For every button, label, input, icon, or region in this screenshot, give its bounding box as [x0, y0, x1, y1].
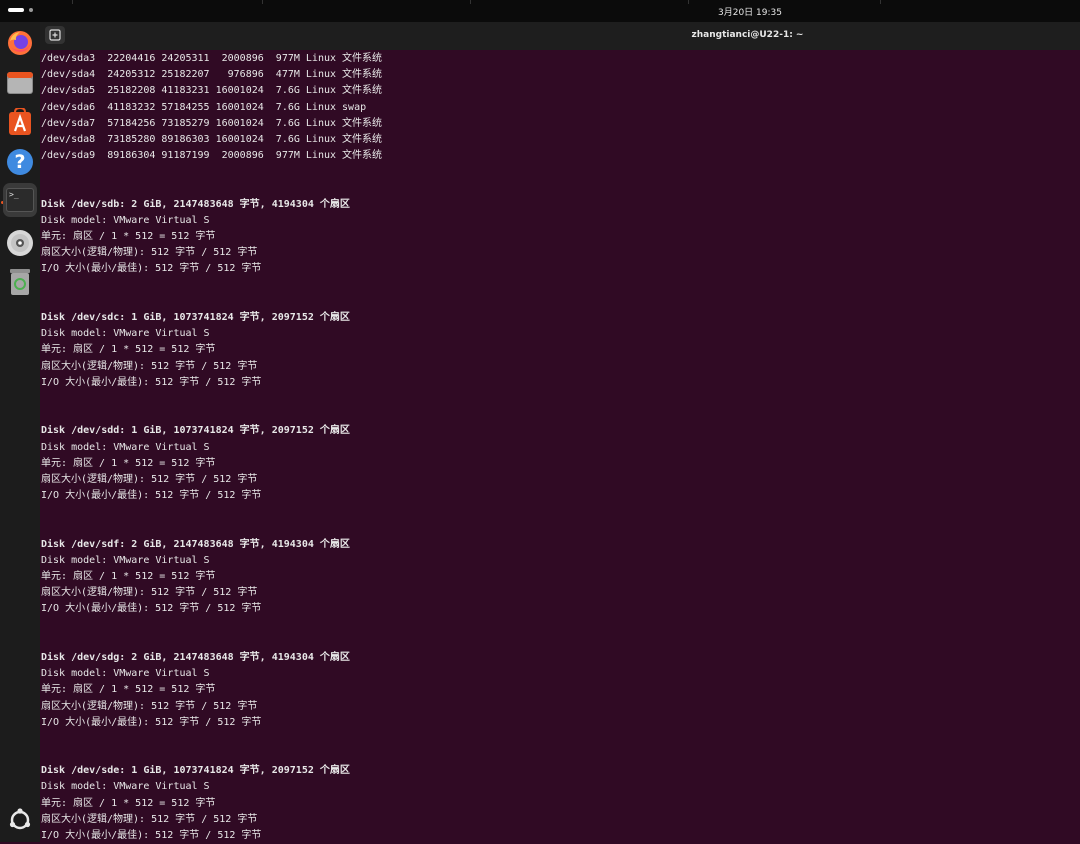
disc-icon[interactable] — [5, 228, 35, 258]
divider — [688, 0, 689, 4]
terminal-line: 扇区大小(逻辑/物理): 512 字节 / 512 字节 — [41, 587, 258, 599]
terminal-disk-header-line: Disk /dev/sde: 1 GiB, 1073741824 字节, 209… — [41, 765, 350, 777]
trash-icon[interactable] — [5, 267, 35, 297]
terminal-disk-header-line: Disk /dev/sdb: 2 GiB, 2147483648 字节, 419… — [41, 198, 350, 210]
terminal-line: Disk model: VMware Virtual S — [41, 668, 210, 680]
terminal-line: 单元: 扇区 / 1 * 512 = 512 字节 — [41, 344, 216, 356]
terminal-line: 扇区大小(逻辑/物理): 512 字节 / 512 字节 — [41, 700, 258, 712]
terminal-line: /dev/sda6 41183232 57184255 16001024 7.6… — [41, 101, 367, 113]
terminal-line: Disk model: VMware Virtual S — [41, 214, 210, 226]
terminal-line: Disk model: VMware Virtual S — [41, 328, 210, 340]
divider — [72, 0, 73, 4]
terminal-line: I/O 大小(最小/最佳): 512 字节 / 512 字节 — [41, 603, 262, 615]
show-apps-icon[interactable] — [5, 805, 35, 835]
terminal-disk-header-line: Disk /dev/sdc: 1 GiB, 1073741824 字节, 209… — [41, 312, 350, 323]
terminal-disk-header-line: Disk /dev/sdf: 2 GiB, 2147483648 字节, 419… — [41, 538, 350, 550]
terminal-line: /dev/sda5 25182208 41183231 16001024 7.6… — [41, 85, 383, 97]
terminal-line: 扇区大小(逻辑/物理): 512 字节 / 512 字节 — [41, 813, 258, 825]
dock: ? >_ — [0, 22, 40, 842]
terminal-icon[interactable]: >_ — [3, 183, 37, 217]
files-icon[interactable] — [5, 68, 35, 98]
terminal-disk-header-line: Disk /dev/sdg: 2 GiB, 2147483648 字节, 419… — [41, 651, 350, 663]
terminal-line: /dev/sda9 89186304 91187199 2000896 977M… — [41, 150, 383, 162]
terminal-line: I/O 大小(最小/最佳): 512 字节 / 512 字节 — [41, 263, 262, 275]
terminal-line: /dev/sda8 73185280 89186303 16001024 7.6… — [41, 133, 383, 145]
terminal-line: 扇区大小(逻辑/物理): 512 字节 / 512 字节 — [41, 473, 258, 485]
divider — [880, 0, 881, 4]
help-icon[interactable]: ? — [5, 147, 35, 177]
terminal-line: I/O 大小(最小/最佳): 512 字节 / 512 字节 — [41, 376, 262, 388]
terminal-line: Disk model: VMware Virtual S — [41, 554, 210, 566]
terminal-line: 单元: 扇区 / 1 * 512 = 512 字节 — [41, 797, 216, 809]
terminal-line: I/O 大小(最小/最佳): 512 字节 / 512 字节 — [41, 490, 262, 502]
terminal-line: /dev/sda3 22204416 24205311 2000896 977M… — [41, 53, 383, 64]
help-glyph: ? — [14, 151, 26, 173]
terminal-line: /dev/sda4 24205312 25182207 976896 477M … — [41, 69, 383, 81]
terminal-line: 单元: 扇区 / 1 * 512 = 512 字节 — [41, 457, 216, 469]
terminal-line: /dev/sda7 57184256 73185279 16001024 7.6… — [41, 117, 383, 129]
window-title: zhangtianci@U22-1: ~ — [691, 30, 804, 40]
terminal-disk-header-line: Disk /dev/sdd: 1 GiB, 1073741824 字节, 209… — [41, 425, 350, 437]
terminal-line: 扇区大小(逻辑/物理): 512 字节 / 512 字节 — [41, 360, 258, 372]
divider — [262, 0, 263, 4]
terminal-line: 扇区大小(逻辑/物理): 512 字节 / 512 字节 — [41, 247, 258, 259]
terminal-line: Disk model: VMware Virtual S — [41, 441, 210, 453]
terminal-header-bar: zhangtianci@U22-1: ~ — [40, 22, 1080, 50]
terminal-line: 单元: 扇区 / 1 * 512 = 512 字节 — [41, 571, 216, 582]
terminal-glyph: >_ — [9, 190, 19, 199]
app-center-icon[interactable] — [5, 107, 35, 137]
firefox-icon[interactable] — [5, 28, 35, 58]
terminal-line: I/O 大小(最小/最佳): 512 字节 / 512 字节 — [41, 716, 262, 728]
terminal-line: 单元: 扇区 / 1 * 512 = 512 字节 — [41, 684, 216, 696]
top-bar: 3月20日 19:35 — [0, 0, 1080, 22]
divider — [470, 0, 471, 4]
terminal-output[interactable]: /dev/sda3 22204416 24205311 2000896 977M… — [41, 51, 1071, 842]
terminal-line: Disk model: VMware Virtual S — [41, 781, 210, 793]
terminal-line: 单元: 扇区 / 1 * 512 = 512 字节 — [41, 231, 216, 243]
clock[interactable]: 3月20日 19:35 — [0, 5, 1080, 18]
